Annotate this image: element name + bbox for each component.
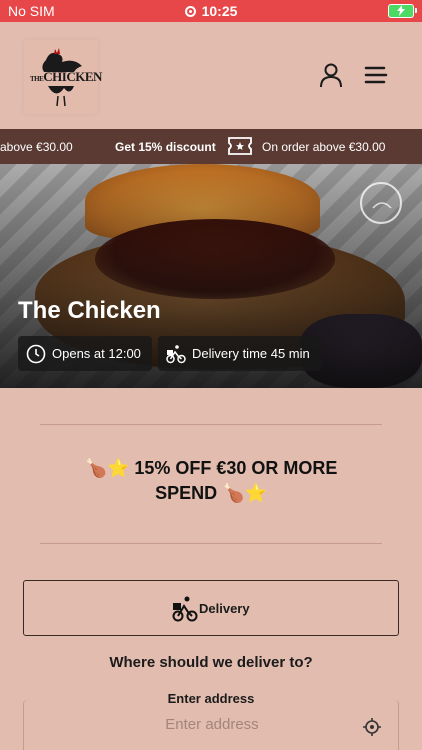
battery-charging-icon: [388, 4, 417, 18]
delivery-question: Where should we deliver to?: [109, 654, 313, 671]
status-bar: No SIM 10:25: [0, 0, 422, 22]
hamburger-menu-icon[interactable]: [364, 66, 388, 89]
ticket-icon: [228, 137, 252, 155]
promo-ticker: above €30.00 Get 15% discount On order a…: [0, 129, 422, 164]
divider: [40, 543, 382, 544]
logo-wordmark: THECHICKEN: [30, 69, 102, 84]
hero-banner: The Chicken Opens at 12:00 Delivery time…: [0, 164, 422, 388]
promo-line-2: SPEND 🍗⭐: [155, 483, 267, 503]
screen-record-icon: [184, 6, 196, 17]
divider: [40, 424, 382, 425]
delivery-time-text: Delivery time 45 min: [192, 346, 310, 361]
address-label: Enter address: [156, 691, 266, 706]
bike-courier-icon: [166, 345, 186, 364]
delivery-time-chip: Delivery time 45 min: [158, 336, 322, 371]
promo-message: 🍗⭐ 15% OFF €30 OR MORE SPEND 🍗⭐: [40, 456, 382, 506]
ticker-discount: Get 15% discount: [115, 140, 216, 154]
status-time: 10:25: [0, 3, 422, 19]
address-field[interactable]: [23, 700, 400, 750]
ticker-text-right: On order above €30.00: [262, 140, 386, 154]
app-header: THECHICKEN: [0, 22, 422, 129]
bike-courier-icon: [172, 596, 198, 622]
address-input[interactable]: [24, 716, 400, 733]
video-play-icon[interactable]: [360, 182, 402, 224]
locate-me-icon[interactable]: [362, 717, 382, 737]
restaurant-name: The Chicken: [18, 297, 161, 324]
clock-icon: [26, 344, 46, 364]
restaurant-logo[interactable]: THECHICKEN: [24, 40, 102, 114]
opening-time-text: Opens at 12:00: [52, 346, 141, 361]
ticker-text-left: above €30.00: [0, 140, 73, 154]
delivery-label: Delivery: [199, 601, 250, 616]
opening-time-chip: Opens at 12:00: [18, 336, 152, 371]
promo-line-1: 🍗⭐ 15% OFF €30 OR MORE: [84, 458, 338, 478]
account-icon[interactable]: [318, 62, 344, 93]
delivery-option-button[interactable]: Delivery: [23, 580, 399, 636]
